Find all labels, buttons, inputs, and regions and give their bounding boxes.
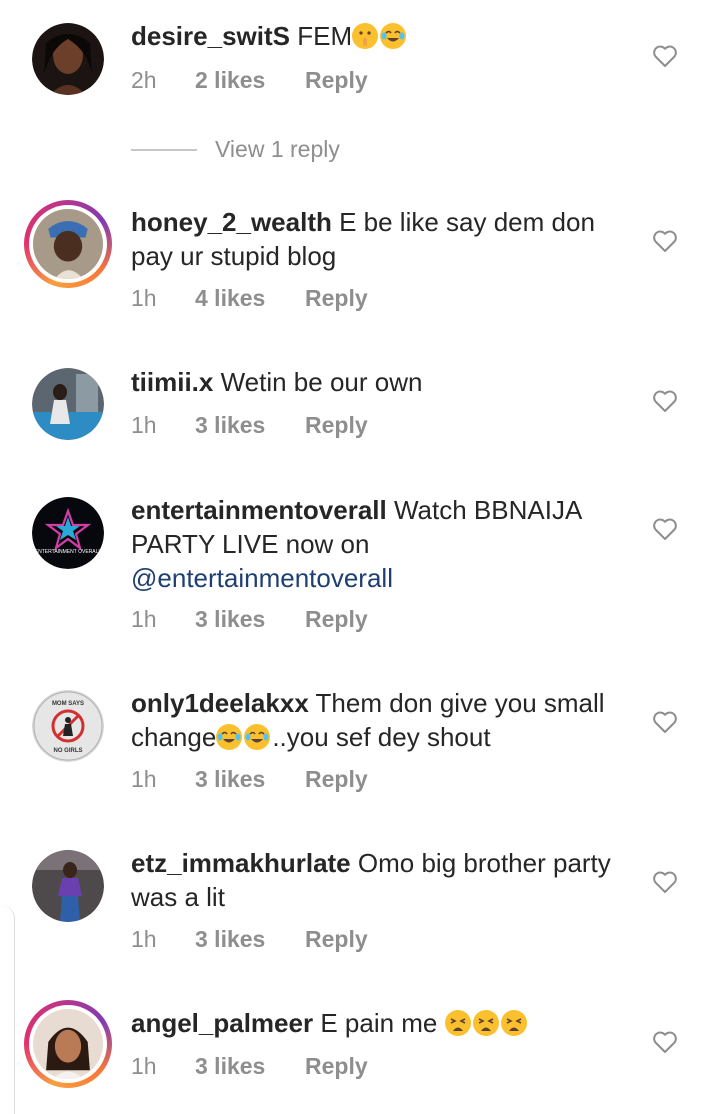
avatar-desire-switS[interactable] (32, 23, 104, 95)
comment-body: E pain me (320, 1008, 438, 1038)
avatar-photo (32, 850, 104, 922)
reply-button[interactable]: Reply (305, 926, 368, 953)
username[interactable]: entertainmentoverall (131, 495, 387, 525)
avatar-angel-palmeer[interactable] (24, 1000, 112, 1088)
comment-text: tiimii.x Wetin be our own (131, 365, 626, 399)
tears-of-joy-icon (216, 724, 243, 750)
comment-meta: 1h 3 likes Reply (131, 412, 368, 439)
likes-count[interactable]: 3 likes (195, 766, 305, 793)
timestamp: 2h (131, 67, 157, 93)
comment-meta: 1h 4 likes Reply (131, 285, 368, 312)
heart-icon[interactable] (652, 517, 678, 541)
comment-text: honey_2_wealth E be like say dem don pay… (131, 205, 626, 273)
likes-count[interactable]: 2 likes (195, 67, 305, 94)
timestamp: 1h (131, 606, 157, 632)
timestamp: 1h (131, 285, 157, 311)
heart-icon[interactable] (652, 1030, 678, 1054)
likes-count[interactable]: 3 likes (195, 412, 305, 439)
timestamp: 1h (131, 1053, 157, 1079)
mention-link[interactable]: @entertainmentoverall (131, 563, 393, 593)
comment-text: entertainmentoverall Watch BBNAIJA PARTY… (131, 493, 626, 595)
tears-of-joy-icon (244, 724, 271, 750)
username[interactable]: angel_palmeer (131, 1008, 313, 1038)
avatar-photo (33, 1009, 103, 1079)
comment-body-tail: ..you sef dey shout (272, 722, 491, 752)
avatar-photo (32, 23, 104, 95)
avatar-badge-top: MOM SAYS (52, 701, 84, 707)
username[interactable]: etz_immakhurlate (131, 848, 351, 878)
view-replies-label[interactable]: View 1 reply (215, 136, 340, 163)
comment-meta: 1h 3 likes Reply (131, 1053, 368, 1080)
avatar-honey-2-wealth[interactable] (24, 200, 112, 288)
heart-icon[interactable] (652, 229, 678, 253)
comment-body: FEM (297, 21, 353, 51)
avatar-photo: MOM SAYS NO GIRLS (32, 690, 104, 762)
reply-button[interactable]: Reply (305, 766, 368, 793)
view-replies-toggle[interactable]: View 1 reply (131, 136, 340, 163)
username[interactable]: tiimii.x (131, 367, 213, 397)
comment-meta: 2h 2 likes Reply (131, 67, 368, 94)
timestamp: 1h (131, 766, 157, 792)
avatar-etz-immakhurlate[interactable] (32, 850, 104, 922)
heart-icon[interactable] (652, 870, 678, 894)
likes-count[interactable]: 3 likes (195, 1053, 305, 1080)
divider-line (131, 148, 197, 151)
heart-icon[interactable] (652, 710, 678, 734)
shushing-face-icon (352, 23, 379, 49)
reply-button[interactable]: Reply (305, 1053, 368, 1080)
weary-face-icon (472, 1010, 499, 1036)
avatar-badge-bottom: NO GIRLS (53, 748, 82, 754)
screen-edge-handle (0, 905, 15, 1114)
comment-body: Wetin be our own (220, 367, 423, 397)
comment-text: desire_switS FEM (131, 19, 626, 53)
comment-meta: 1h 3 likes Reply (131, 766, 368, 793)
likes-count[interactable]: 3 likes (195, 926, 305, 953)
reply-button[interactable]: Reply (305, 412, 368, 439)
heart-icon[interactable] (652, 44, 678, 68)
comment-meta: 1h 3 likes Reply (131, 606, 368, 633)
reply-button[interactable]: Reply (305, 285, 368, 312)
avatar-photo (32, 368, 104, 440)
tears-of-joy-icon (380, 23, 407, 49)
avatar-photo (33, 209, 103, 279)
username[interactable]: only1deelakxx (131, 688, 309, 718)
avatar-brand-text: ENTERTAINMENT OVERALL (35, 549, 102, 555)
weary-face-icon (444, 1010, 471, 1036)
avatar-photo: ENTERTAINMENT OVERALL (32, 497, 104, 569)
likes-count[interactable]: 3 likes (195, 606, 305, 633)
timestamp: 1h (131, 926, 157, 952)
comment-meta: 1h 3 likes Reply (131, 926, 368, 953)
likes-count[interactable]: 4 likes (195, 285, 305, 312)
weary-face-icon (500, 1010, 527, 1036)
reply-button[interactable]: Reply (305, 67, 368, 94)
heart-icon[interactable] (652, 389, 678, 413)
comment-text: angel_palmeer E pain me (131, 1006, 626, 1040)
reply-button[interactable]: Reply (305, 606, 368, 633)
comment-text: only1deelakxx Them don give you small ch… (131, 686, 626, 754)
avatar-tiimii-x[interactable] (32, 368, 104, 440)
avatar-ring (29, 1005, 107, 1083)
avatar-ring (29, 205, 107, 283)
avatar-entertainmentoverall[interactable]: ENTERTAINMENT OVERALL (32, 497, 104, 569)
timestamp: 1h (131, 412, 157, 438)
comment-text: etz_immakhurlate Omo big brother party w… (131, 846, 626, 914)
username[interactable]: desire_switS (131, 21, 290, 51)
username[interactable]: honey_2_wealth (131, 207, 332, 237)
avatar-only1deelakxx[interactable]: MOM SAYS NO GIRLS (32, 690, 104, 762)
